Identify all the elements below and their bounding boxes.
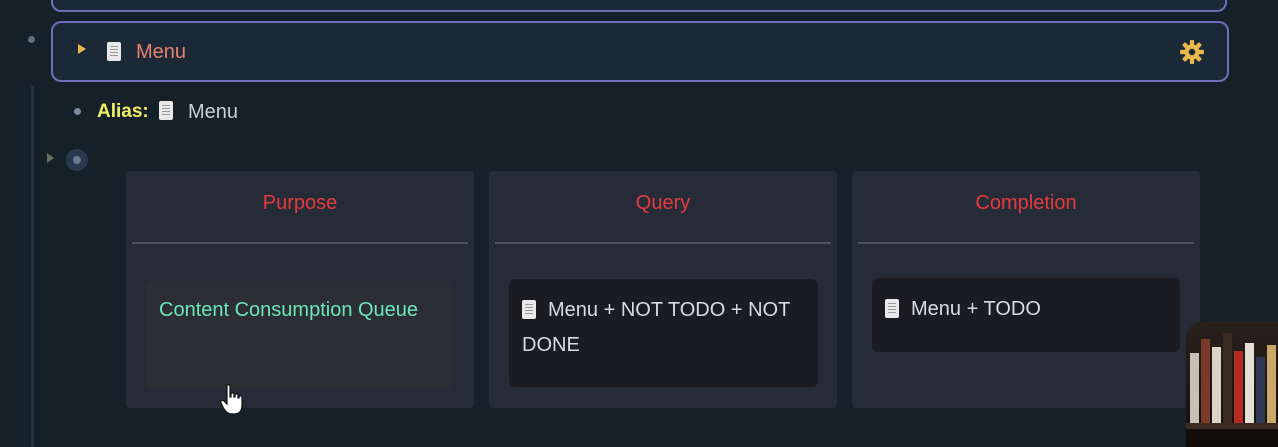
column-completion: Completion Menu + TODO — [852, 171, 1200, 408]
column-header: Purpose — [262, 192, 338, 214]
previous-block — [51, 0, 1227, 12]
page-icon — [107, 42, 121, 61]
page-icon — [159, 101, 173, 120]
column-body[interactable]: Menu + TODO — [872, 278, 1180, 352]
children-guide-line — [31, 86, 34, 447]
column-divider — [858, 242, 1194, 244]
collapse-triangle-icon[interactable] — [47, 153, 54, 163]
column-divider — [495, 242, 831, 244]
alias-bullet[interactable] — [74, 108, 81, 115]
alias-property-key[interactable]: Alias: — [97, 100, 149, 124]
page-icon — [885, 299, 899, 318]
column-header: Query — [635, 192, 691, 214]
collapsed-block-bullet[interactable] — [66, 149, 88, 171]
menu-block-header[interactable]: Menu — [51, 21, 1229, 82]
block-bullet[interactable] — [28, 36, 35, 43]
column-body-text: Menu + NOT TODO + NOT DONE — [522, 299, 790, 356]
column-header: Completion — [975, 192, 1077, 214]
expand-triangle-icon[interactable] — [78, 44, 86, 54]
column-body-text: Menu + TODO — [911, 298, 1041, 320]
column-body[interactable]: Content Consumption Queue — [146, 281, 452, 389]
webcam-overlay — [1186, 321, 1278, 447]
column-divider — [132, 242, 468, 244]
hand-cursor-icon — [220, 384, 243, 415]
page: Menu Alias: Menu Purpose Content Consump… — [0, 0, 1278, 447]
alias-property-value[interactable]: Menu — [188, 100, 238, 124]
column-purpose: Purpose Content Consumption Queue — [126, 171, 474, 408]
page-icon — [522, 300, 536, 319]
gear-icon[interactable] — [1179, 39, 1205, 65]
block-title[interactable]: Menu — [136, 40, 186, 64]
column-body[interactable]: Menu + NOT TODO + NOT DONE — [509, 279, 818, 387]
column-query: Query Menu + NOT TODO + NOT DONE — [489, 171, 837, 408]
